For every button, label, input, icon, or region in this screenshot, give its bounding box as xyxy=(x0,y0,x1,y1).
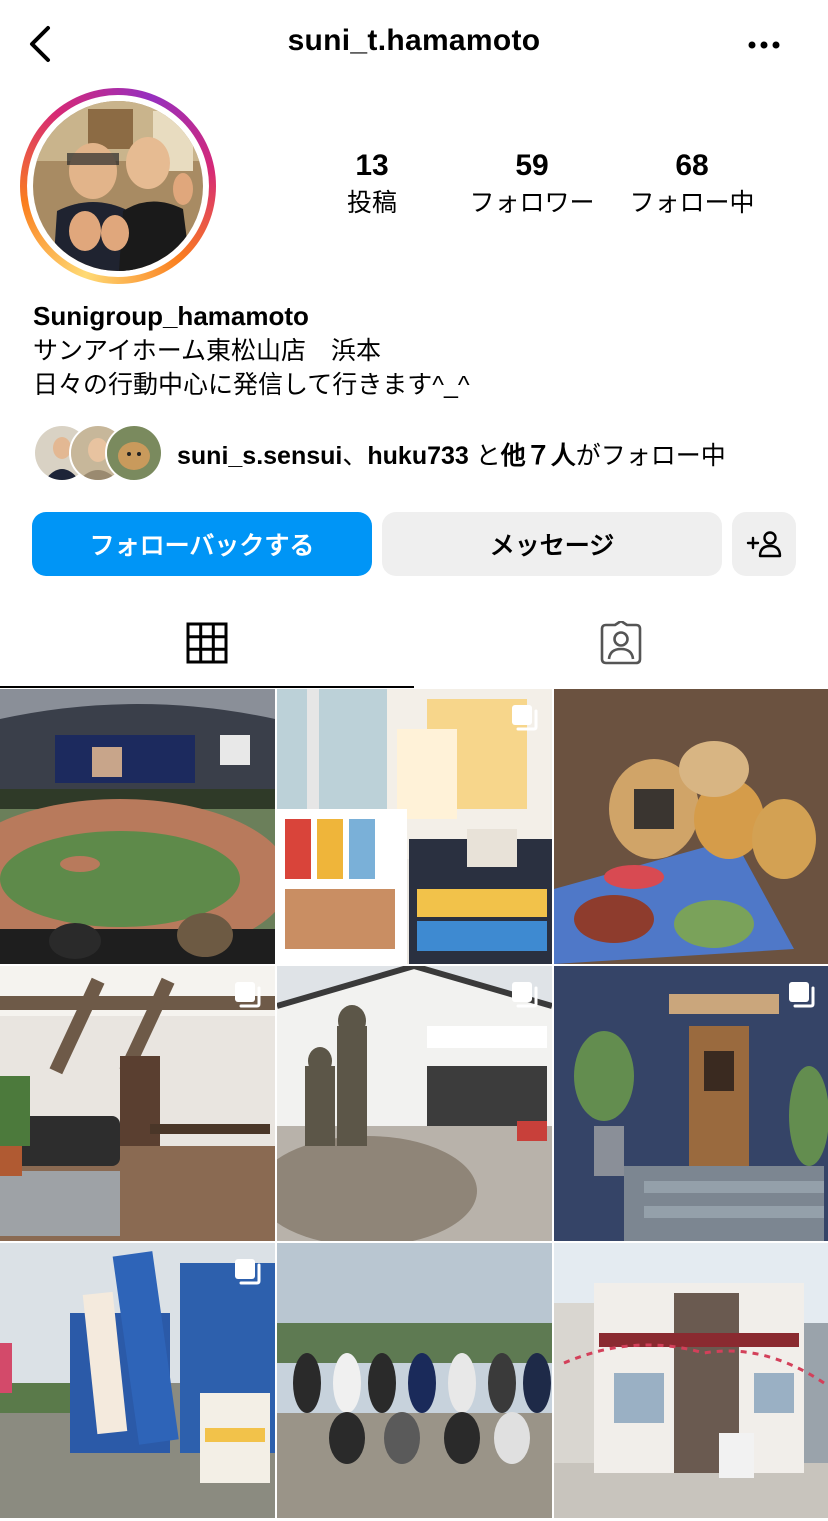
followed-by-text: suni_s.sensui、huku733 と他７人がフォロー中 xyxy=(177,442,726,470)
post-thumbnail[interactable] xyxy=(0,966,275,1241)
followed-by-user-2[interactable]: huku733 xyxy=(367,442,468,470)
post-thumbnail[interactable] xyxy=(0,689,275,964)
followed-by-others[interactable]: 他７人 xyxy=(501,442,576,470)
message-button[interactable]: メッセージ xyxy=(382,512,722,576)
suggested-people-button[interactable] xyxy=(732,512,796,576)
follow-back-button[interactable]: フォローバックする xyxy=(32,512,372,576)
followers-label: フォロワー xyxy=(469,189,595,217)
post-thumbnail[interactable] xyxy=(277,689,552,964)
post-thumbnail[interactable] xyxy=(554,966,828,1241)
post-thumbnail[interactable] xyxy=(554,1243,828,1518)
tab-posts-grid[interactable] xyxy=(0,598,414,688)
avatar xyxy=(33,101,203,271)
posts-stat[interactable]: 13 投稿 xyxy=(282,148,462,220)
top-bar: suni_t.hamamoto xyxy=(0,0,828,90)
multiple-photos-icon xyxy=(512,705,538,731)
post-thumbnail[interactable] xyxy=(554,689,828,964)
tagged-icon xyxy=(600,621,642,665)
followed-by-user-1[interactable]: suni_s.sensui xyxy=(177,442,342,470)
following-stat[interactable]: 68 フォロー中 xyxy=(602,148,782,220)
avatar-story-ring[interactable] xyxy=(20,88,216,284)
follower-avatar xyxy=(105,424,163,482)
followed-by-row[interactable]: suni_s.sensui、huku733 と他７人がフォロー中 xyxy=(33,424,813,482)
post-thumbnail[interactable] xyxy=(277,1243,552,1518)
profile-bio: Sunigroup_hamamoto サンアイホーム東松山店 浜本 日々の行動中… xyxy=(33,298,803,402)
multiple-photos-icon xyxy=(235,982,261,1008)
multiple-photos-icon xyxy=(512,982,538,1008)
username-title: suni_t.hamamoto xyxy=(287,24,541,57)
grid-icon xyxy=(186,622,228,664)
tab-tagged[interactable] xyxy=(414,598,828,688)
posts-count: 13 xyxy=(355,149,389,182)
followers-count: 59 xyxy=(515,149,549,182)
post-thumbnail[interactable] xyxy=(277,966,552,1241)
more-horizontal-icon[interactable] xyxy=(744,30,784,60)
following-count: 68 xyxy=(675,149,709,182)
bio-line-1: サンアイホーム東松山店 浜本 xyxy=(33,337,382,365)
followers-stat[interactable]: 59 フォロワー xyxy=(442,148,622,220)
multiple-photos-icon xyxy=(235,1259,261,1285)
multiple-photos-icon xyxy=(789,982,815,1008)
profile-tabs xyxy=(0,598,828,688)
active-tab-indicator xyxy=(0,686,414,688)
posts-label: 投稿 xyxy=(346,189,397,217)
following-label: フォロー中 xyxy=(629,189,755,217)
bio-line-2: 日々の行動中心に発信して行きます^_^ xyxy=(33,371,470,399)
post-thumbnail[interactable] xyxy=(0,1243,275,1518)
display-name: Sunigroup_hamamoto xyxy=(33,301,309,331)
add-person-icon xyxy=(746,531,782,558)
